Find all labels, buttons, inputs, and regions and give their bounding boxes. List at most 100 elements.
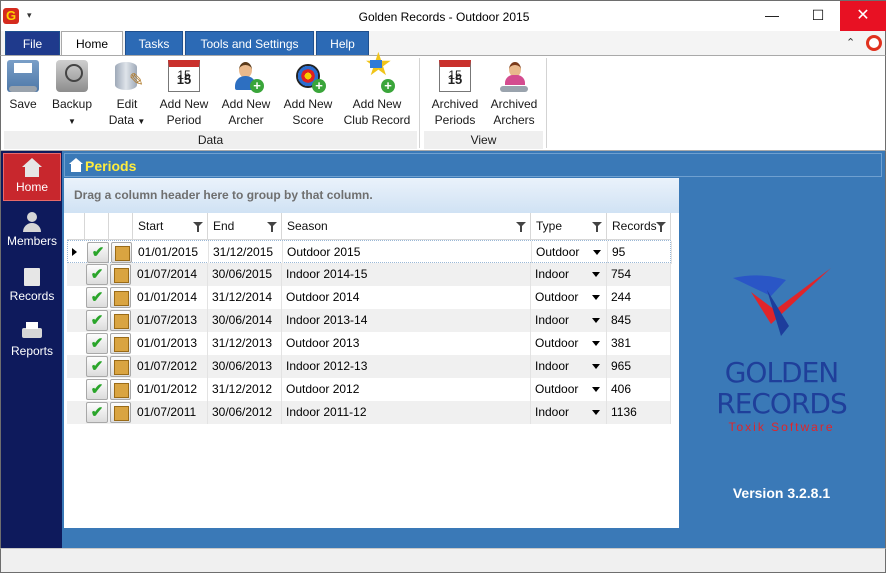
- archive-period-button[interactable]: [110, 264, 131, 285]
- tab-tools-and-settings[interactable]: Tools and Settings: [185, 31, 314, 55]
- cell-start[interactable]: 01/01/2015: [134, 241, 209, 264]
- set-active-period-button[interactable]: ✔: [86, 356, 108, 377]
- filter-icon[interactable]: [656, 222, 666, 232]
- minimize-button[interactable]: —: [749, 1, 795, 32]
- table-row[interactable]: ✔ 01/01/2014 31/12/2014 Outdoor 2014 Outdoor…: [67, 286, 671, 309]
- type-dropdown-icon[interactable]: [592, 341, 600, 346]
- add-new-club-record-button[interactable]: + Add New Club Record: [341, 56, 413, 134]
- archive-period-button[interactable]: [110, 310, 131, 331]
- cell-season[interactable]: Indoor 2014-15: [282, 263, 531, 286]
- column-header-records[interactable]: Records: [607, 213, 671, 240]
- cell-end[interactable]: 30/06/2013: [208, 355, 282, 378]
- archive-period-button[interactable]: [110, 379, 131, 400]
- save-button[interactable]: Save: [4, 58, 42, 134]
- type-dropdown-icon[interactable]: [592, 318, 600, 323]
- set-active-period-button[interactable]: ✔: [86, 264, 108, 285]
- filter-icon[interactable]: [193, 222, 203, 232]
- cell-records[interactable]: 95: [608, 241, 672, 264]
- cell-records[interactable]: 845: [607, 309, 671, 332]
- column-header-season[interactable]: Season: [282, 213, 531, 240]
- cell-records[interactable]: 406: [607, 378, 671, 401]
- cell-records[interactable]: 965: [607, 355, 671, 378]
- table-row[interactable]: ✔ 01/07/2014 30/06/2015 Indoor 2014-15 Indoo…: [67, 263, 671, 286]
- cell-type[interactable]: Indoor: [531, 309, 607, 332]
- cell-type[interactable]: Outdoor: [532, 241, 608, 264]
- cell-type[interactable]: Indoor: [531, 263, 607, 286]
- collapse-ribbon-icon[interactable]: ⌃: [846, 36, 855, 49]
- archive-period-button[interactable]: [110, 287, 131, 308]
- cell-start[interactable]: 01/07/2014: [133, 263, 208, 286]
- cell-season[interactable]: Indoor 2011-12: [282, 401, 531, 424]
- table-row[interactable]: ✔ 01/07/2011 30/06/2012 Indoor 2011-12 Indoo…: [67, 401, 671, 424]
- cell-end[interactable]: 30/06/2015: [208, 263, 282, 286]
- backup-button[interactable]: Backup ▼: [47, 58, 97, 134]
- sidebar-item-members[interactable]: Members: [3, 208, 61, 256]
- archived-archers-button[interactable]: Archived Archers: [486, 58, 542, 134]
- cell-season[interactable]: Outdoor 2014: [282, 286, 531, 309]
- type-dropdown-icon[interactable]: [592, 364, 600, 369]
- archive-period-button[interactable]: [110, 356, 131, 377]
- table-row[interactable]: ✔ 01/01/2015 31/12/2015 Outdoor 2015 Outdoor…: [67, 240, 672, 264]
- type-dropdown-icon[interactable]: [592, 410, 600, 415]
- cell-records[interactable]: 754: [607, 263, 671, 286]
- cell-end[interactable]: 31/12/2013: [208, 332, 282, 355]
- cell-type[interactable]: Outdoor: [531, 286, 607, 309]
- set-active-period-button[interactable]: ✔: [86, 333, 108, 354]
- cell-season[interactable]: Indoor 2013-14: [282, 309, 531, 332]
- table-row[interactable]: ✔ 01/07/2013 30/06/2014 Indoor 2013-14 Indoo…: [67, 309, 671, 332]
- set-active-period-button[interactable]: ✔: [86, 402, 108, 423]
- type-dropdown-icon[interactable]: [593, 250, 601, 255]
- table-row[interactable]: ✔ 01/07/2012 30/06/2013 Indoor 2012-13 Indoo…: [67, 355, 671, 378]
- table-row[interactable]: ✔ 01/01/2012 31/12/2012 Outdoor 2012 Outdoor…: [67, 378, 671, 401]
- cell-end[interactable]: 31/12/2014: [208, 286, 282, 309]
- type-dropdown-icon[interactable]: [592, 295, 600, 300]
- cell-season[interactable]: Outdoor 2012: [282, 378, 531, 401]
- archive-period-button[interactable]: [111, 242, 132, 263]
- sidebar-item-home[interactable]: Home: [3, 153, 61, 201]
- cell-season[interactable]: Outdoor 2015: [283, 241, 532, 264]
- cell-start[interactable]: 01/01/2014: [133, 286, 208, 309]
- archived-periods-button[interactable]: 15 Archived Periods: [427, 58, 483, 134]
- cell-start[interactable]: 01/07/2013: [133, 309, 208, 332]
- set-active-period-button[interactable]: ✔: [86, 310, 108, 331]
- cell-start[interactable]: 01/01/2012: [133, 378, 208, 401]
- cell-type[interactable]: Indoor: [531, 355, 607, 378]
- cell-start[interactable]: 01/01/2013: [133, 332, 208, 355]
- filter-icon[interactable]: [516, 222, 526, 232]
- cell-start[interactable]: 01/07/2012: [133, 355, 208, 378]
- tab-tasks[interactable]: Tasks: [125, 31, 183, 55]
- set-active-period-button[interactable]: ✔: [86, 379, 108, 400]
- cell-type[interactable]: Indoor: [531, 401, 607, 424]
- cell-type[interactable]: Outdoor: [531, 378, 607, 401]
- cell-type[interactable]: Outdoor: [531, 332, 607, 355]
- cell-end[interactable]: 30/06/2012: [208, 401, 282, 424]
- cell-records[interactable]: 244: [607, 286, 671, 309]
- filter-icon[interactable]: [267, 222, 277, 232]
- column-header-end[interactable]: End: [208, 213, 282, 240]
- cell-start[interactable]: 01/07/2011: [133, 401, 208, 424]
- group-by-panel[interactable]: Drag a column header here to group by th…: [64, 178, 679, 213]
- sidebar-item-records[interactable]: Records: [3, 263, 61, 311]
- cell-end[interactable]: 31/12/2015: [209, 241, 283, 264]
- column-header-start[interactable]: Start: [133, 213, 208, 240]
- add-new-period-button[interactable]: 15 Add New Period: [155, 58, 213, 134]
- type-dropdown-icon[interactable]: [592, 387, 600, 392]
- set-active-period-button[interactable]: ✔: [87, 242, 109, 263]
- cell-records[interactable]: 381: [607, 332, 671, 355]
- archive-period-button[interactable]: [110, 402, 131, 423]
- archive-period-button[interactable]: [110, 333, 131, 354]
- close-button[interactable]: ✕: [840, 1, 886, 32]
- cell-end[interactable]: 31/12/2012: [208, 378, 282, 401]
- edit-data-button[interactable]: Edit Data ▼: [105, 58, 149, 134]
- cell-season[interactable]: Indoor 2012-13: [282, 355, 531, 378]
- tab-file[interactable]: File: [5, 31, 60, 55]
- help-lifebuoy-icon[interactable]: [866, 35, 882, 51]
- column-header-type[interactable]: Type: [531, 213, 607, 240]
- cell-end[interactable]: 30/06/2014: [208, 309, 282, 332]
- cell-season[interactable]: Outdoor 2013: [282, 332, 531, 355]
- tab-help[interactable]: Help: [316, 31, 369, 55]
- tab-home[interactable]: Home: [61, 31, 123, 56]
- set-active-period-button[interactable]: ✔: [86, 287, 108, 308]
- add-new-score-button[interactable]: + Add New Score: [279, 58, 337, 134]
- table-row[interactable]: ✔ 01/01/2013 31/12/2013 Outdoor 2013 Outdoor…: [67, 332, 671, 355]
